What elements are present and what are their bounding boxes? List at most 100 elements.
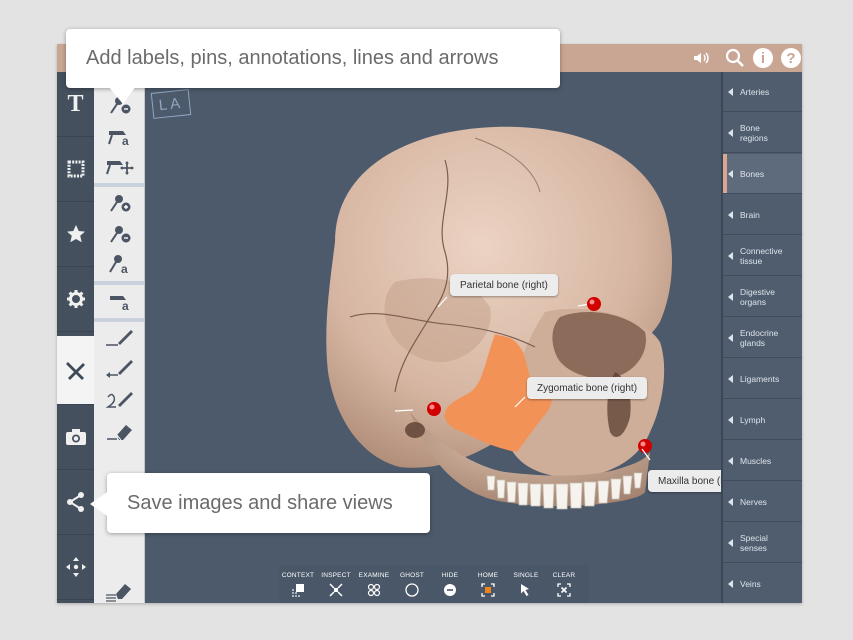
eraser-icon — [107, 425, 132, 441]
hide-label: HIDE — [441, 572, 459, 579]
gear-icon — [66, 290, 85, 308]
systems-panel: Arteries Bone regions Bones Brain Connec… — [721, 72, 802, 603]
sound-icon[interactable] — [691, 47, 713, 69]
pin-label-tool[interactable]: a — [94, 121, 144, 151]
system-veins[interactable]: Veins — [723, 564, 802, 603]
tools-sidebar: T — [57, 72, 94, 603]
eraser-list-icon — [106, 584, 131, 602]
ghost-icon — [405, 583, 419, 597]
system-ligaments[interactable]: Ligaments — [723, 359, 802, 399]
system-bone-regions[interactable]: Bone regions — [723, 113, 802, 153]
context-button[interactable]: CONTEXT — [279, 565, 317, 603]
system-label: Ligaments — [740, 373, 780, 384]
callout-share-text: Save images and share views — [127, 491, 393, 514]
system-label: Veins — [740, 578, 761, 589]
examine-label: EXAMINE — [358, 572, 390, 579]
system-label: Bone regions — [740, 122, 768, 143]
single-button[interactable]: SINGLE — [507, 565, 545, 603]
callout-share: Save images and share views — [107, 473, 430, 533]
star-icon — [66, 225, 85, 243]
ghost-button[interactable]: GHOST — [393, 565, 431, 603]
examine-button[interactable]: EXAMINE — [355, 565, 393, 603]
single-label: SINGLE — [513, 572, 539, 579]
arrow-pen-icon — [106, 360, 133, 378]
view-tools-bar: CONTEXT INSPECT EXAMINE GHOST HIDE HOME … — [279, 565, 589, 603]
freehand-pen-icon — [105, 392, 133, 408]
share-tool[interactable] — [57, 470, 94, 535]
label-move-icon — [106, 161, 134, 175]
help-icon[interactable]: ? — [781, 48, 801, 68]
home-label: HOME — [477, 572, 499, 579]
text-label-tool[interactable]: a — [94, 286, 144, 316]
system-label: Special senses — [740, 532, 768, 553]
callout-share-tail — [90, 490, 110, 518]
pin-plus-icon — [110, 195, 131, 212]
system-special-senses[interactable]: Special senses — [723, 523, 802, 563]
system-label: Lymph — [740, 414, 766, 425]
context-icon — [292, 584, 304, 597]
pin-label-icon: a — [108, 131, 129, 147]
delete-pin-tool[interactable] — [94, 219, 144, 249]
erase-all-tool[interactable] — [94, 578, 144, 603]
line-pen-icon — [106, 330, 133, 346]
system-label: Brain — [740, 209, 760, 220]
system-label: Arteries — [740, 86, 770, 97]
system-label: Digestive organs — [740, 286, 775, 307]
system-lymph[interactable]: Lymph — [723, 400, 802, 440]
system-connective-tissue[interactable]: Connective tissue — [723, 236, 802, 276]
erase-line-tool[interactable] — [94, 416, 144, 446]
inspect-button[interactable]: INSPECT — [317, 565, 355, 603]
home-button[interactable]: HOME — [469, 565, 507, 603]
search-icon[interactable] — [724, 47, 746, 69]
label-zygomatic[interactable]: Zygomatic bone (right) — [527, 377, 648, 399]
hide-button[interactable]: HIDE — [431, 565, 469, 603]
system-brain[interactable]: Brain — [723, 195, 802, 235]
info-icon[interactable]: i — [753, 48, 773, 68]
move-tool[interactable] — [57, 535, 94, 600]
system-label: Muscles — [740, 455, 772, 466]
share-icon — [66, 492, 84, 512]
system-bones[interactable]: Bones — [723, 154, 802, 194]
system-nerves[interactable]: Nerves — [723, 482, 802, 522]
svg-text:a: a — [122, 134, 129, 147]
home-icon — [481, 583, 495, 597]
line-tool[interactable] — [94, 323, 144, 353]
move-label-tool[interactable] — [94, 151, 144, 181]
arrow-tool[interactable] — [94, 354, 144, 384]
move-icon — [65, 557, 86, 577]
add-pin-tool[interactable] — [94, 188, 144, 218]
clear-label: CLEAR — [552, 572, 576, 579]
text-label-icon: a — [110, 296, 129, 312]
system-label: Connective tissue — [740, 245, 783, 266]
system-label: Nerves — [740, 496, 767, 507]
stamp-tool[interactable] — [57, 137, 94, 202]
callout-annotate-tail — [108, 86, 136, 104]
settings-tool[interactable] — [57, 267, 94, 332]
system-digestive-organs[interactable]: Digestive organs — [723, 277, 802, 317]
text-icon: T — [67, 90, 84, 117]
inspect-icon — [329, 583, 343, 597]
annotate-icon — [65, 362, 85, 380]
hide-icon — [444, 584, 456, 596]
svg-text:a: a — [122, 299, 129, 312]
inspect-label: INSPECT — [321, 572, 351, 579]
svg-text:a: a — [121, 262, 128, 275]
ghost-label: GHOST — [399, 572, 425, 579]
pin-text-tool[interactable]: a — [94, 249, 144, 279]
context-label: CONTEXT — [281, 572, 315, 579]
system-arteries[interactable]: Arteries — [723, 72, 802, 112]
label-parietal[interactable]: Parietal bone (right) — [450, 274, 558, 296]
callout-annotate-text: Add labels, pins, annotations, lines and… — [86, 47, 499, 69]
camera-tool[interactable] — [57, 405, 94, 470]
clear-icon — [557, 583, 571, 597]
system-label: Endocrine glands — [740, 327, 779, 348]
clear-button[interactable]: CLEAR — [545, 565, 583, 603]
system-endocrine-glands[interactable]: Endocrine glands — [723, 318, 802, 358]
freehand-tool[interactable] — [94, 386, 144, 416]
favorites-tool[interactable] — [57, 202, 94, 267]
camera-icon — [65, 429, 86, 445]
pin-text-icon: a — [109, 255, 128, 275]
examine-icon — [367, 583, 381, 597]
annotate-tool[interactable] — [57, 336, 94, 405]
system-muscles[interactable]: Muscles — [723, 441, 802, 481]
